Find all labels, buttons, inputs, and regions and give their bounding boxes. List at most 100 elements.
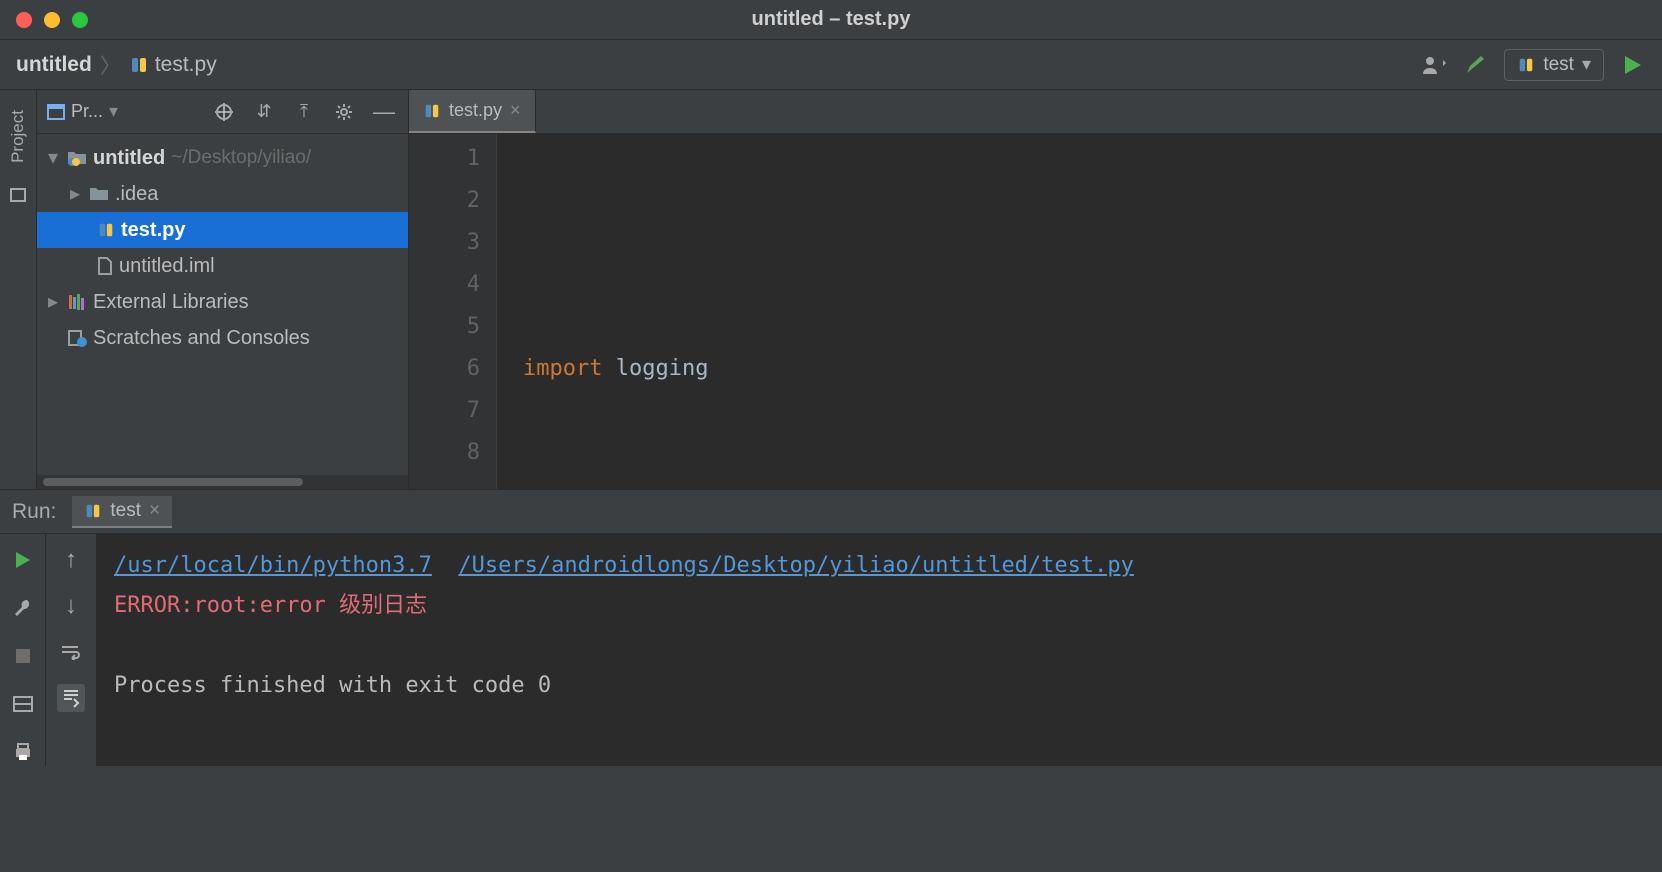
run-console[interactable]: /usr/local/bin/python3.7 /Users/androidl… bbox=[96, 534, 1662, 766]
layout-icon[interactable] bbox=[9, 690, 37, 718]
line-number: 5 bbox=[409, 306, 480, 348]
console-link[interactable]: /usr/local/bin/python3.7 bbox=[114, 553, 432, 578]
breadcrumb-separator: 〉 bbox=[100, 50, 121, 80]
line-number: 6 bbox=[409, 348, 480, 390]
run-toolwindow-header: Run: test × bbox=[0, 490, 1662, 534]
close-icon[interactable]: × bbox=[510, 100, 521, 121]
tree-item-label: .idea bbox=[115, 176, 158, 212]
run-label: Run: bbox=[12, 500, 56, 524]
line-number-gutter: 1 2 3 4 5 6 7 8 bbox=[409, 134, 497, 489]
editor-area: test.py × 1 2 3 4 5 6 7 8 import logging… bbox=[409, 90, 1662, 489]
add-user-button[interactable] bbox=[1420, 51, 1448, 79]
project-tree: ▾ untitled ~/Desktop/yiliao/ ▸ .idea tes… bbox=[37, 134, 408, 362]
console-link[interactable]: /Users/androidlongs/Desktop/yiliao/untit… bbox=[458, 553, 1134, 578]
stop-button[interactable] bbox=[9, 642, 37, 670]
collapse-all-icon[interactable]: ⤒ bbox=[290, 98, 318, 126]
python-file-icon bbox=[97, 221, 115, 239]
window-controls bbox=[16, 12, 88, 28]
run-tab-test[interactable]: test × bbox=[72, 496, 172, 528]
editor-tab-testpy[interactable]: test.py × bbox=[409, 90, 536, 133]
close-icon[interactable]: × bbox=[149, 500, 160, 522]
python-file-icon bbox=[423, 102, 441, 120]
run-body: ↑ ↓ /usr/local/bin/python3.7 /Users/andr… bbox=[0, 534, 1662, 766]
project-icon bbox=[47, 104, 65, 120]
project-panel-title[interactable]: Pr... ▾ bbox=[47, 101, 204, 122]
print-icon[interactable] bbox=[9, 738, 37, 766]
libraries-icon bbox=[67, 293, 87, 311]
run-tab-label: test bbox=[110, 500, 141, 522]
chevron-down-icon: ▾ bbox=[1582, 54, 1591, 75]
console-error-line: ERROR:root:error 级别日志 bbox=[114, 586, 1644, 626]
gear-icon[interactable] bbox=[330, 98, 358, 126]
breadcrumb: untitled 〉 test.py bbox=[16, 50, 217, 80]
maximize-window-button[interactable] bbox=[72, 12, 88, 28]
chevron-right-icon: ▸ bbox=[67, 176, 83, 212]
code-content[interactable]: import logging logging.error("error 级别日志… bbox=[497, 134, 929, 489]
tree-item-label: Scratches and Consoles bbox=[93, 320, 310, 356]
tree-scratches[interactable]: Scratches and Consoles bbox=[37, 320, 408, 356]
project-panel-actions: ⇵ ⤒ — bbox=[210, 98, 398, 126]
python-file-icon bbox=[1517, 56, 1535, 74]
project-toolwindow-tab[interactable]: Project bbox=[4, 102, 32, 171]
structure-icon[interactable] bbox=[8, 185, 28, 210]
line-number: 2 bbox=[409, 180, 480, 222]
code-editor[interactable]: 1 2 3 4 5 6 7 8 import logging logging.e… bbox=[409, 134, 1662, 489]
line-number: 4 bbox=[409, 264, 480, 306]
line-number: 1 bbox=[409, 138, 480, 180]
run-controls: test ▾ bbox=[1420, 49, 1646, 81]
tree-external-libraries[interactable]: ▸ External Libraries bbox=[37, 284, 408, 320]
tree-root-label: untitled bbox=[93, 140, 165, 176]
chevron-down-icon: ▾ bbox=[109, 101, 118, 122]
console-blank-line bbox=[114, 626, 1644, 666]
tree-idea-folder[interactable]: ▸ .idea bbox=[37, 176, 408, 212]
close-window-button[interactable] bbox=[16, 12, 32, 28]
code-line[interactable] bbox=[523, 432, 929, 474]
minimize-window-button[interactable] bbox=[44, 12, 60, 28]
rerun-button[interactable] bbox=[9, 546, 37, 574]
run-config-selector[interactable]: test ▾ bbox=[1504, 49, 1604, 81]
scrollbar-thumb[interactable] bbox=[43, 478, 303, 486]
file-icon bbox=[97, 257, 113, 275]
run-config-name: test bbox=[1543, 54, 1574, 76]
down-arrow-icon[interactable]: ↓ bbox=[57, 592, 85, 620]
editor-tabs: test.py × bbox=[409, 90, 1662, 134]
scroll-to-end-icon[interactable] bbox=[57, 684, 85, 712]
tree-project-root[interactable]: ▾ untitled ~/Desktop/yiliao/ bbox=[37, 140, 408, 176]
console-exit-line: Process finished with exit code 0 bbox=[114, 666, 1644, 706]
build-button[interactable] bbox=[1462, 51, 1490, 79]
expand-all-icon[interactable]: ⇵ bbox=[250, 98, 278, 126]
python-file-icon bbox=[129, 55, 149, 75]
line-number: 7 bbox=[409, 390, 480, 432]
run-button[interactable] bbox=[1618, 51, 1646, 79]
python-file-icon bbox=[84, 502, 102, 520]
project-scrollbar[interactable] bbox=[37, 475, 408, 489]
navigation-toolbar: untitled 〉 test.py test ▾ bbox=[0, 40, 1662, 90]
line-number: 8 bbox=[409, 432, 480, 474]
locate-icon[interactable] bbox=[210, 98, 238, 126]
left-gutter: Project bbox=[0, 90, 37, 489]
titlebar: untitled – test.py bbox=[0, 0, 1662, 40]
code-line[interactable]: import logging bbox=[523, 348, 929, 390]
folder-icon bbox=[67, 150, 87, 166]
run-toolwindow: Run: test × ↑ ↓ /usr/local/bin/python3.7… bbox=[0, 490, 1662, 766]
window-title: untitled – test.py bbox=[0, 8, 1662, 31]
project-panel-header: Pr... ▾ ⇵ ⤒ — bbox=[37, 90, 408, 134]
tree-file-testpy[interactable]: test.py bbox=[37, 212, 408, 248]
hide-panel-icon[interactable]: — bbox=[370, 98, 398, 126]
code-line[interactable] bbox=[523, 180, 929, 222]
chevron-down-icon: ▾ bbox=[45, 140, 61, 176]
console-line: /usr/local/bin/python3.7 /Users/androidl… bbox=[114, 546, 1644, 586]
breadcrumb-project[interactable]: untitled bbox=[16, 53, 92, 77]
soft-wrap-icon[interactable] bbox=[57, 638, 85, 666]
tree-file-iml[interactable]: untitled.iml bbox=[37, 248, 408, 284]
run-sidebar-2: ↑ ↓ bbox=[46, 534, 96, 766]
tree-root-path: ~/Desktop/yiliao/ bbox=[171, 140, 311, 176]
main-area: Project Pr... ▾ ⇵ ⤒ — ▾ untitl bbox=[0, 90, 1662, 490]
breadcrumb-file[interactable]: test.py bbox=[129, 53, 217, 77]
line-number: 3 bbox=[409, 222, 480, 264]
wrench-icon[interactable] bbox=[9, 594, 37, 622]
scratches-icon bbox=[67, 329, 87, 347]
up-arrow-icon[interactable]: ↑ bbox=[57, 546, 85, 574]
tree-item-label: test.py bbox=[121, 212, 185, 248]
code-line[interactable] bbox=[523, 264, 929, 306]
